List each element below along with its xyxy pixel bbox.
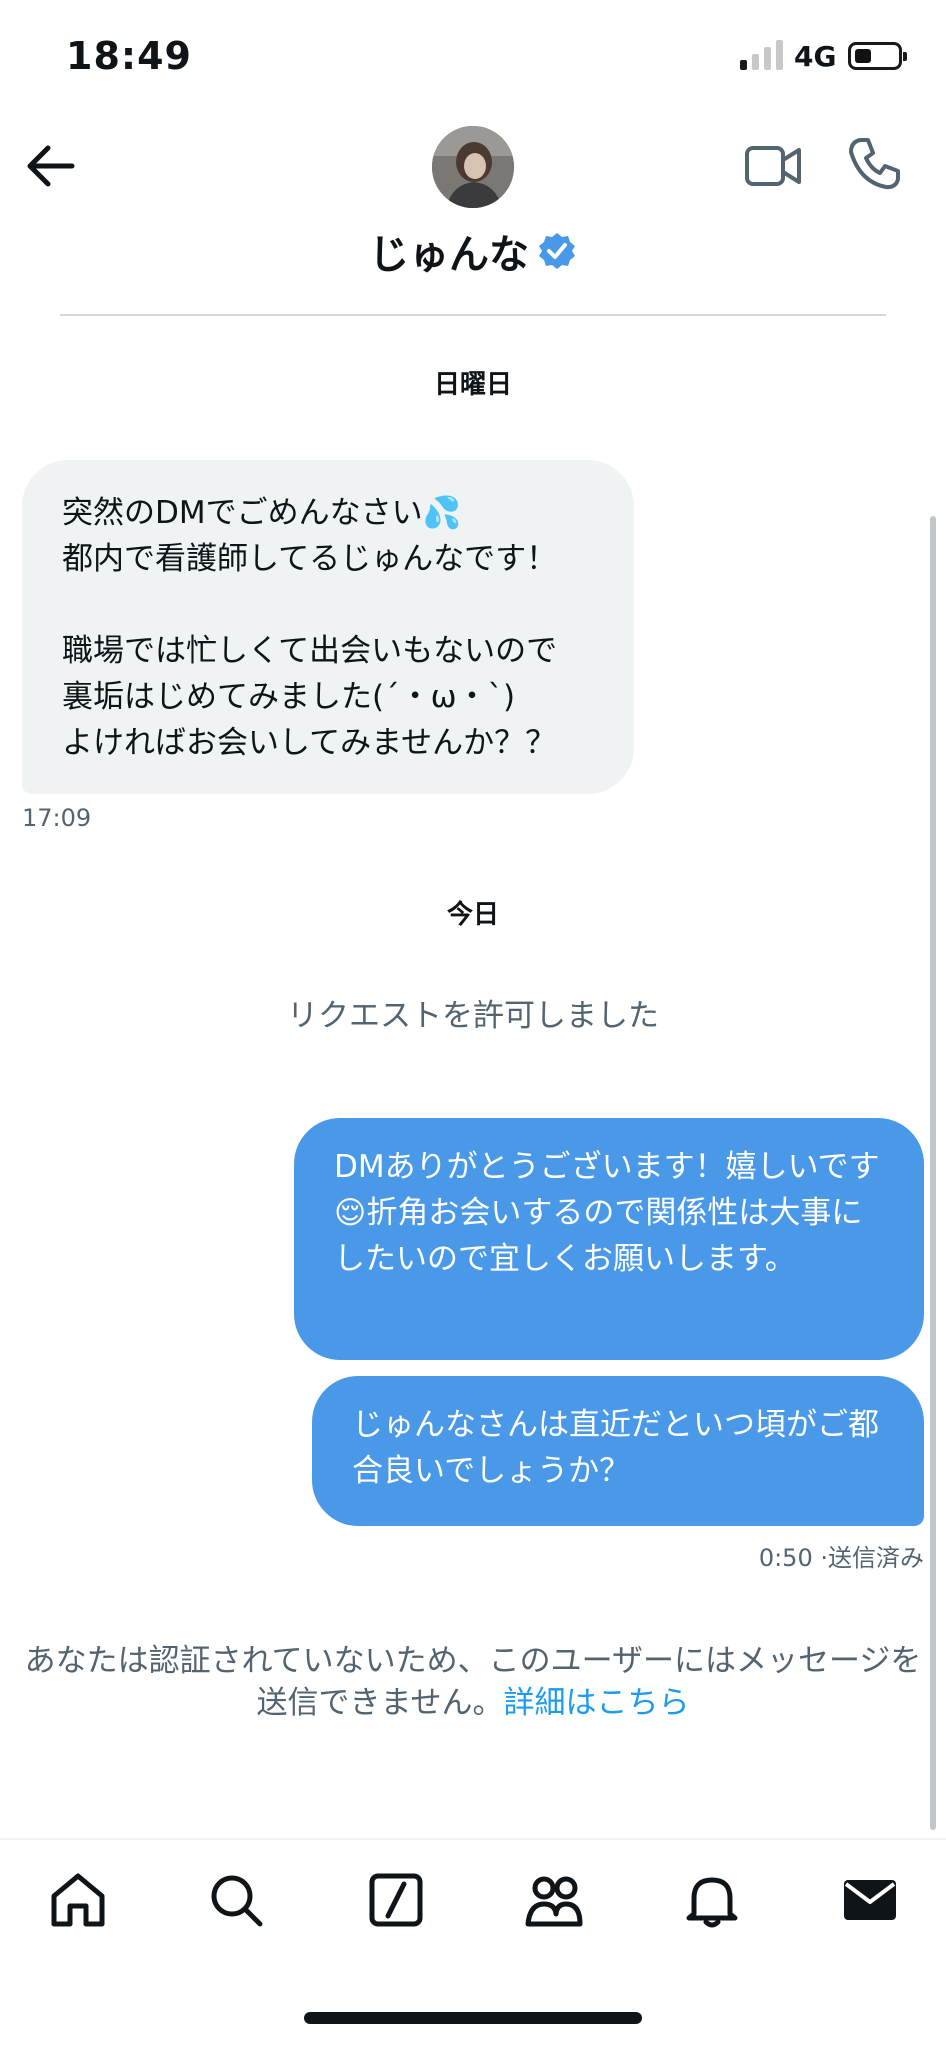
learn-more-link[interactable]: 詳細はこちら (504, 1685, 690, 1721)
contact-avatar[interactable] (432, 126, 514, 208)
incoming-message-bubble[interactable]: 突然のDMでごめんなさい💦 都内で看護師してるじゅんなです！ 職場では忙しくて出… (22, 460, 634, 794)
day-separator: 今日 (446, 900, 499, 930)
header-divider (60, 314, 886, 316)
outgoing-message-bubble[interactable]: DMありがとうございます！嬉しいです😌折角お会いするので関係性は大事にしたいので… (294, 1118, 924, 1360)
contact-name[interactable]: じゅんな (369, 232, 529, 278)
communities-icon[interactable] (524, 1870, 584, 1930)
message-line: 職場では忙しくて出会いもないので (62, 633, 558, 669)
unverified-notice: あなたは認証されていないため、このユーザーにはメッセージを送信できません。詳細は… (20, 1640, 926, 1724)
home-indicator (304, 2012, 642, 2024)
day-separator: 日曜日 (433, 370, 512, 400)
message-line: 突然のDMでごめんなさい💦 (62, 495, 462, 531)
home-icon[interactable] (48, 1870, 108, 1930)
back-arrow-icon[interactable] (22, 138, 78, 194)
outgoing-message-time: 0:50 (758, 1544, 813, 1572)
scrollbar[interactable] (930, 516, 936, 1830)
contact-name-row: じゅんな (0, 222, 946, 280)
compose-icon[interactable] (366, 1870, 426, 1930)
battery-icon (848, 42, 907, 70)
status-time: 18:49 (66, 34, 192, 78)
system-message: リクエストを許可しました (287, 998, 659, 1034)
bottom-nav-divider (0, 1838, 946, 1840)
verified-badge-icon (539, 233, 575, 269)
outgoing-message-status: 0:50 ·送信済み (759, 1538, 924, 1573)
video-call-icon[interactable] (744, 140, 802, 192)
search-icon[interactable] (206, 1870, 266, 1930)
outgoing-message-bubble[interactable]: じゅんなさんは直近だといつ頃がご都合良いでしょうか？ (312, 1376, 924, 1526)
notifications-icon[interactable] (682, 1870, 742, 1930)
message-line: よければお会いしてみませんか？？ (62, 725, 557, 761)
message-line: 都内で看護師してるじゅんなです！ (62, 541, 558, 577)
message-line (62, 582, 594, 628)
sent-status: ·送信済み (820, 1544, 924, 1572)
message-line: 裏垢はじめてみました(´・ω・`) (62, 679, 516, 715)
notice-text: あなたは認証されていないため、このユーザーにはメッセージを送信できません。 (24, 1643, 922, 1721)
phone-call-icon[interactable] (846, 136, 902, 192)
incoming-message-time: 17:09 (22, 804, 92, 832)
signal-strength-icon (740, 40, 783, 70)
network-type: 4G (794, 40, 837, 73)
messages-icon[interactable] (840, 1870, 900, 1930)
